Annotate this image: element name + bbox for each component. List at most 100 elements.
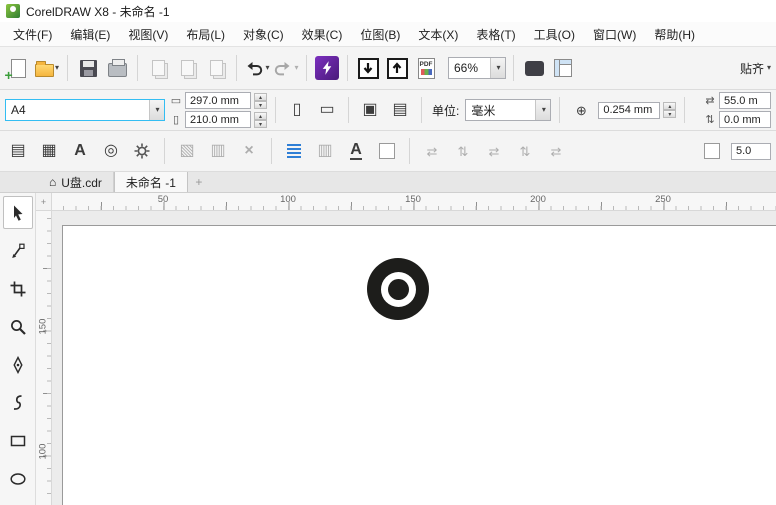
polygon-tool[interactable] (3, 500, 33, 505)
bullet-list-button[interactable] (281, 136, 307, 166)
zoom-dropdown-button[interactable]: ▾ (490, 58, 505, 78)
image-adjust-button[interactable]: ▥ (205, 136, 231, 166)
open-button[interactable]: ▾ (34, 53, 60, 83)
nudge-stepper[interactable]: ▴ ▾ (663, 102, 677, 118)
separator (421, 97, 422, 123)
export-button[interactable] (384, 53, 410, 83)
duplicate-y-icon: ⇅ (705, 114, 715, 126)
step-down-icon[interactable]: ▾ (663, 110, 677, 118)
step-up-icon[interactable]: ▴ (254, 92, 267, 101)
export-settings-button[interactable]: ▧ (174, 136, 200, 166)
cut-button[interactable] (145, 53, 171, 83)
page-height-stepper[interactable]: ▴ ▾ (254, 111, 267, 128)
horizontal-ruler[interactable]: 50 100 150 200 250 (52, 193, 776, 211)
text-frame-button[interactable]: ▥ (312, 136, 338, 166)
drop-cap-button[interactable]: A (343, 136, 369, 166)
remove-button[interactable]: × (236, 136, 262, 166)
publish-pdf-button[interactable]: PDF (413, 53, 439, 83)
open-dropdown-icon[interactable]: ▾ (55, 64, 59, 72)
outline-width-field[interactable]: 5.0 (731, 142, 771, 160)
ellipse-tool[interactable] (3, 462, 33, 495)
vertical-ruler[interactable]: 150 100 (36, 211, 52, 505)
target-circle-shape[interactable] (367, 258, 429, 320)
page-width-stepper[interactable]: ▴ ▾ (254, 92, 267, 109)
freehand-tool[interactable] (3, 348, 33, 381)
step-up-icon[interactable]: ▴ (663, 102, 677, 110)
menu-view[interactable]: 视图(V) (119, 23, 177, 46)
page-height-icon: ▯ (172, 114, 180, 126)
nudge-distance-button[interactable]: ⊕ (568, 95, 594, 125)
fullscreen-preview-button[interactable] (521, 53, 547, 83)
menu-text[interactable]: 文本(X) (409, 23, 467, 46)
menu-help[interactable]: 帮助(H) (645, 23, 704, 46)
document-options-button[interactable] (129, 136, 155, 166)
units-combo[interactable]: 毫米 ▾ (465, 99, 552, 121)
landscape-button[interactable]: ▭ (314, 95, 340, 125)
menu-file[interactable]: 文件(F) (4, 23, 61, 46)
search-content-button[interactable] (314, 53, 340, 83)
redo-dropdown-icon[interactable]: ▾ (294, 64, 298, 72)
zoom-tool[interactable] (3, 310, 33, 343)
page-width-icon: ▭ (170, 95, 182, 107)
separator (164, 138, 165, 164)
drawing-canvas[interactable] (52, 211, 776, 505)
menu-tools[interactable]: 工具(O) (525, 23, 584, 46)
bars-icon: ▤ (392, 101, 408, 118)
paste-button[interactable] (203, 53, 229, 83)
menu-effects[interactable]: 效果(C) (293, 23, 352, 46)
text-wrap-button[interactable] (374, 136, 400, 166)
new-document-button[interactable]: + (5, 53, 31, 83)
duplicate-y-field[interactable]: 0.0 mm (719, 111, 771, 128)
align-horizontal-button[interactable]: ⇄ (419, 136, 445, 166)
ruler-origin-button[interactable]: + (36, 193, 52, 211)
step-down-icon[interactable]: ▾ (254, 119, 267, 128)
nudge-field[interactable]: 0.254 mm (598, 101, 661, 119)
character-formatting-button[interactable]: A (67, 136, 93, 166)
distribute-horizontal-button[interactable]: ⇄ (481, 136, 507, 166)
page-height-field[interactable]: 210.0 mm (185, 111, 251, 128)
import-button[interactable] (355, 53, 381, 83)
current-page-settings-button[interactable]: ▣ (357, 95, 383, 125)
all-pages-settings-button[interactable]: ▤ (387, 95, 413, 125)
outline-style-button[interactable] (699, 136, 725, 166)
menu-edit[interactable]: 编辑(E) (61, 23, 119, 46)
menu-object[interactable]: 对象(C) (234, 23, 293, 46)
pen-tool[interactable] (3, 386, 33, 419)
undo-dropdown-icon[interactable]: ▾ (265, 64, 269, 72)
menu-bitmaps[interactable]: 位图(B) (351, 23, 409, 46)
shape-tool[interactable] (3, 234, 33, 267)
copy-button[interactable] (174, 53, 200, 83)
print-button[interactable] (104, 53, 130, 83)
crop-tool[interactable] (3, 272, 33, 305)
menu-table[interactable]: 表格(T) (467, 23, 524, 46)
page-size-combo[interactable]: A4 ▾ (5, 99, 165, 121)
pick-tool[interactable] (2, 196, 33, 229)
spacing-button[interactable]: ⇄ (543, 136, 569, 166)
outline-options-button[interactable]: ◎ (98, 136, 124, 166)
tab-untitled-document[interactable]: 未命名 -1 (113, 172, 188, 192)
tab-udisk-document[interactable]: ⌂ U盘.cdr (38, 172, 114, 192)
undo-button[interactable]: ▾ (244, 53, 270, 83)
menu-layout[interactable]: 布局(L) (177, 23, 234, 46)
page-width-field[interactable]: 297.0 mm (185, 92, 251, 109)
step-down-icon[interactable]: ▾ (254, 100, 267, 109)
page-size-value: A4 (11, 103, 26, 117)
rectangle-tool[interactable] (3, 424, 33, 457)
align-vertical-button[interactable]: ⇅ (450, 136, 476, 166)
ruler-tick-label: 50 (157, 194, 169, 205)
portrait-button[interactable]: ▯ (284, 95, 310, 125)
snap-to-dropdown[interactable]: 贴齐 ▾ (740, 60, 771, 77)
new-tab-button[interactable]: + (188, 172, 210, 192)
menu-window[interactable]: 窗口(W) (584, 23, 645, 46)
units-dropdown-button[interactable]: ▾ (535, 100, 551, 120)
page-border-button[interactable]: ▤ (5, 136, 31, 166)
duplicate-x-field[interactable]: 55.0 m (719, 92, 771, 109)
distribute-vertical-button[interactable]: ⇅ (512, 136, 538, 166)
show-rulers-button[interactable] (550, 53, 576, 83)
redo-button[interactable]: ▾ (273, 53, 299, 83)
grid-button[interactable]: ▦ (36, 136, 62, 166)
save-button[interactable] (75, 53, 101, 83)
page-size-dropdown-button[interactable]: ▾ (149, 100, 164, 120)
step-up-icon[interactable]: ▴ (254, 111, 267, 120)
zoom-level-combo[interactable]: 66% ▾ (448, 57, 506, 79)
